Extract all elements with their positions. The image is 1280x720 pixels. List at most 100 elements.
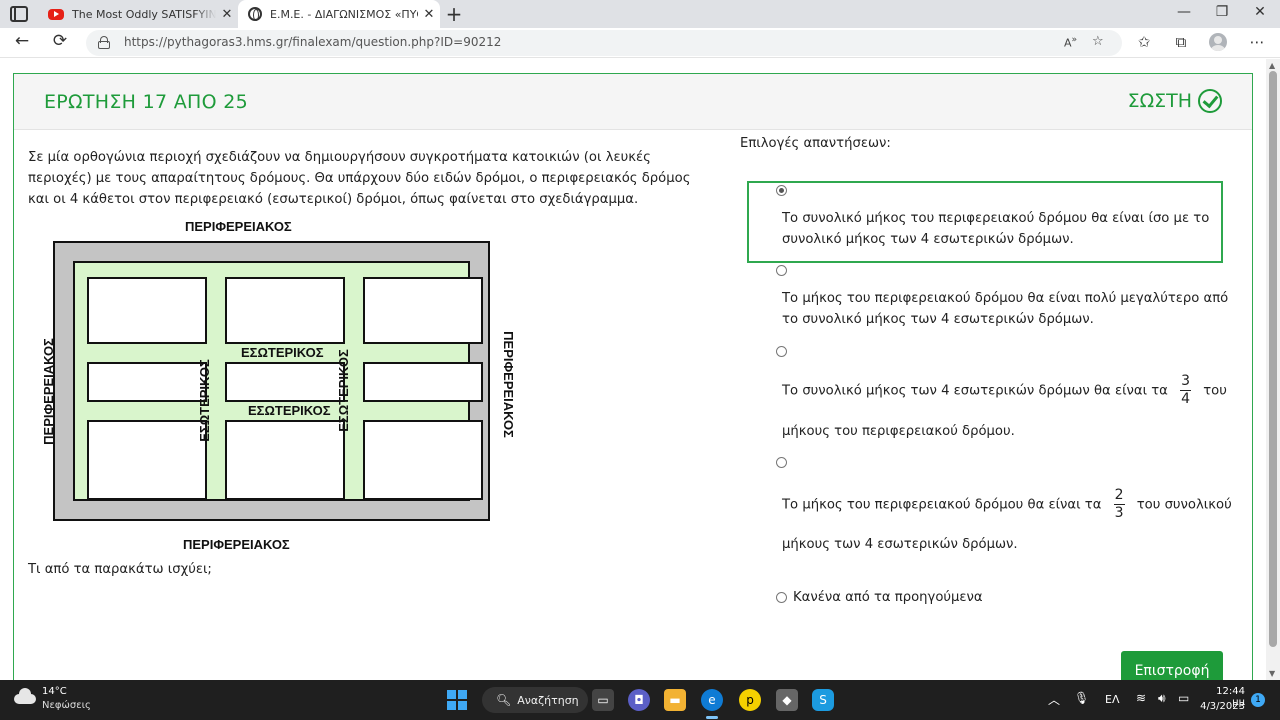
question-header: ΕΡΩΤΗΣΗ 17 ΑΠΟ 25 ΣΩΣΤΗ bbox=[14, 74, 1252, 130]
active-app-indicator bbox=[706, 716, 718, 719]
edge-browser-icon[interactable]: e bbox=[701, 689, 723, 711]
address-bar[interactable]: https://pythagoras3.hms.gr/finalexam/que… bbox=[86, 30, 1122, 56]
read-aloud-icon[interactable]: A» bbox=[1064, 34, 1077, 50]
tab-actions-icon[interactable] bbox=[10, 6, 28, 22]
favorite-add-icon[interactable]: ☆ bbox=[1092, 34, 1104, 49]
housing-block bbox=[87, 420, 207, 500]
answer-text: Το μήκος του περιφερειακού δρόμου θα είν… bbox=[782, 288, 1228, 330]
answer-status: ΣΩΣΤΗ bbox=[1128, 89, 1222, 113]
answer-option-2[interactable]: Το μήκος του περιφερειακού δρόμου θα είν… bbox=[747, 263, 1228, 339]
answer-line: Το μήκος του περιφερειακού δρόμου θα είν… bbox=[782, 497, 1102, 513]
globe-icon bbox=[248, 7, 262, 21]
diagram-label-inner-h1: ΕΣΩΤΕΡΙΚΟΣ bbox=[241, 345, 324, 360]
answer-option-3[interactable]: Το συνολικό μήκος των 4 εσωτερικών δρόμω… bbox=[747, 344, 1227, 454]
diagram-label-inner-v1: ΕΣΩΤΕΡΙΚΟΣ bbox=[196, 359, 212, 442]
tray-overflow-icon[interactable]: ︿ bbox=[1048, 691, 1060, 708]
tab-title: The Most Oddly SATISFYING Video bbox=[72, 7, 216, 21]
fraction-denominator: 4 bbox=[1181, 391, 1191, 407]
clock-date[interactable]: 4/3/2023 bbox=[1198, 701, 1245, 712]
page-viewport: ΕΡΩΤΗΣΗ 17 ΑΠΟ 25 ΣΩΣΤΗ Σε μία ορθογώνια… bbox=[0, 59, 1280, 680]
fraction-denominator: 3 bbox=[1114, 505, 1124, 521]
answer-status-text: ΣΩΣΤΗ bbox=[1127, 90, 1192, 112]
housing-block bbox=[87, 362, 207, 402]
profile-avatar-icon[interactable] bbox=[1209, 33, 1227, 51]
notification-badge[interactable]: 1 bbox=[1251, 693, 1265, 707]
answer-line: Το συνολικό μήκος των 4 εσωτερικών δρόμω… bbox=[782, 383, 1168, 399]
search-label: Αναζήτηση bbox=[517, 693, 579, 707]
scroll-up-icon[interactable]: ▲ bbox=[1269, 61, 1275, 70]
taskbar-search[interactable]: 🔍︎ Αναζήτηση bbox=[482, 687, 588, 713]
fraction-numerator: 3 bbox=[1180, 373, 1192, 391]
diagram-label-inner-h2: ΕΣΩΤΕΡΙΚΟΣ bbox=[248, 403, 331, 418]
windows-start-icon[interactable] bbox=[447, 690, 467, 710]
housing-block bbox=[225, 362, 345, 402]
maximize-icon[interactable]: ❐ bbox=[1212, 4, 1232, 20]
scroll-thumb[interactable] bbox=[1269, 71, 1277, 647]
minimize-icon[interactable]: — bbox=[1174, 4, 1194, 20]
diagram-label-inner-v2: ΕΣΩΤΕΡΙΚΟΣ bbox=[335, 349, 351, 432]
question-title: ΕΡΩΤΗΣΗ 17 ΑΠΟ 25 bbox=[44, 91, 248, 113]
housing-block bbox=[225, 420, 345, 500]
housing-block bbox=[225, 277, 345, 344]
back-button[interactable]: Επιστροφή bbox=[1121, 651, 1223, 680]
tab-pythagoras[interactable]: Ε.Μ.Ε. - ΔΙΑΓΩΝΙΣΜΟΣ «ΠΥΘΑΓΟΡΑΣ» ✕ bbox=[238, 0, 440, 28]
refresh-icon[interactable]: ⟳ bbox=[48, 31, 72, 51]
input-language[interactable]: ΕΛ bbox=[1105, 693, 1119, 706]
answer-option-5[interactable]: Κανένα από τα προηγούμενα bbox=[747, 586, 1223, 610]
answer-text: Το συνολικό μήκος του περιφερειακού δρόμ… bbox=[782, 208, 1209, 250]
weather-temperature[interactable]: 14°C bbox=[42, 686, 67, 697]
diagram-label-bottom: ΠΕΡΙΦΕΡΕΙΑΚΟΣ bbox=[183, 537, 290, 552]
housing-block bbox=[363, 420, 483, 500]
radio-button-selected[interactable] bbox=[776, 185, 787, 196]
housing-block bbox=[363, 362, 483, 402]
tab-youtube[interactable]: The Most Oddly SATISFYING Video ✕ bbox=[38, 0, 238, 28]
answer-line: Το μήκος του περιφερειακού δρόμου θα είν… bbox=[782, 291, 1229, 306]
housing-block bbox=[87, 277, 207, 344]
radio-button[interactable] bbox=[776, 592, 787, 603]
taskbar: 14°C Νεφώσεις 🔍︎ Αναζήτηση ▭ ◘ ▬ e p ◆ S… bbox=[0, 680, 1280, 720]
answer-line: το συνολικό μήκος των 4 εσωτερικών δρόμω… bbox=[782, 312, 1094, 327]
radio-button[interactable] bbox=[776, 346, 787, 357]
answer-text: Το μήκος του περιφερειακού δρόμου θα είν… bbox=[782, 487, 1232, 522]
answers-heading: Επιλογές απαντήσεων: bbox=[740, 136, 891, 151]
scroll-down-icon[interactable]: ▼ bbox=[1269, 669, 1275, 678]
tab-close-icon[interactable]: ✕ bbox=[216, 7, 238, 22]
lock-icon[interactable] bbox=[98, 36, 110, 49]
app-p-icon[interactable]: p bbox=[739, 689, 761, 711]
task-view-icon[interactable]: ▭ bbox=[592, 689, 614, 711]
url-text[interactable]: https://pythagoras3.hms.gr/finalexam/que… bbox=[124, 35, 501, 49]
collections-icon[interactable]: ⧉ bbox=[1170, 33, 1192, 51]
microphone-icon[interactable]: 🎙︎ bbox=[1074, 691, 1089, 705]
more-menu-icon[interactable]: ⋯ bbox=[1246, 33, 1268, 51]
file-explorer-icon[interactable]: ▬ bbox=[664, 689, 686, 711]
answer-line: συνολικό μήκος των 4 εσωτερικών δρόμων. bbox=[782, 232, 1074, 247]
radio-button[interactable] bbox=[776, 265, 787, 276]
teams-chat-icon[interactable]: ◘ bbox=[628, 689, 650, 711]
browser-toolbar: ← ⟳ https://pythagoras3.hms.gr/finalexam… bbox=[0, 28, 1280, 58]
answer-option-1[interactable]: Το συνολικό μήκος του περιφερειακού δρόμ… bbox=[747, 181, 1223, 263]
question-text: Σε μία ορθογώνια περιοχή σχεδιάζουν να δ… bbox=[28, 150, 691, 207]
question-prompt: Τι από τα παρακάτω ισχύει; bbox=[28, 562, 212, 577]
answer-text: Κανένα από τα προηγούμενα bbox=[793, 590, 983, 605]
diagram-label-left: ΠΕΡΙΦΕΡΕΙΑΚΟΣ bbox=[40, 338, 56, 445]
diagram-label-right: ΠΕΡΙΦΕΡΕΙΑΚΟΣ bbox=[500, 331, 516, 438]
volume-icon[interactable]: 🔊︎ bbox=[1158, 691, 1166, 706]
housing-block bbox=[363, 277, 483, 344]
store-icon[interactable]: ◆ bbox=[776, 689, 798, 711]
fraction-three-quarters: 3 4 bbox=[1180, 373, 1192, 408]
new-tab-button[interactable]: + bbox=[444, 2, 464, 26]
answer-option-4[interactable]: Το μήκος του περιφερειακού δρόμου θα είν… bbox=[747, 455, 1232, 565]
favorites-icon[interactable]: ✩ bbox=[1133, 33, 1155, 51]
tab-close-icon[interactable]: ✕ bbox=[418, 7, 440, 22]
back-arrow-icon[interactable]: ← bbox=[10, 31, 34, 51]
page-scrollbar[interactable]: ▲ ▼ bbox=[1266, 59, 1280, 680]
battery-icon[interactable]: ▭ bbox=[1178, 691, 1189, 705]
radio-button[interactable] bbox=[776, 457, 787, 468]
close-window-icon[interactable]: ✕ bbox=[1250, 4, 1270, 20]
weather-description[interactable]: Νεφώσεις bbox=[42, 700, 91, 711]
wifi-icon[interactable]: ≋ bbox=[1136, 691, 1146, 705]
tab-title: Ε.Μ.Ε. - ΔΙΑΓΩΝΙΣΜΟΣ «ΠΥΘΑΓΟΡΑΣ» bbox=[270, 7, 418, 21]
skype-icon[interactable]: S bbox=[812, 689, 834, 711]
diagram-label-top: ΠΕΡΙΦΕΡΕΙΑΚΟΣ bbox=[185, 219, 292, 234]
cloud-icon[interactable] bbox=[14, 688, 38, 704]
